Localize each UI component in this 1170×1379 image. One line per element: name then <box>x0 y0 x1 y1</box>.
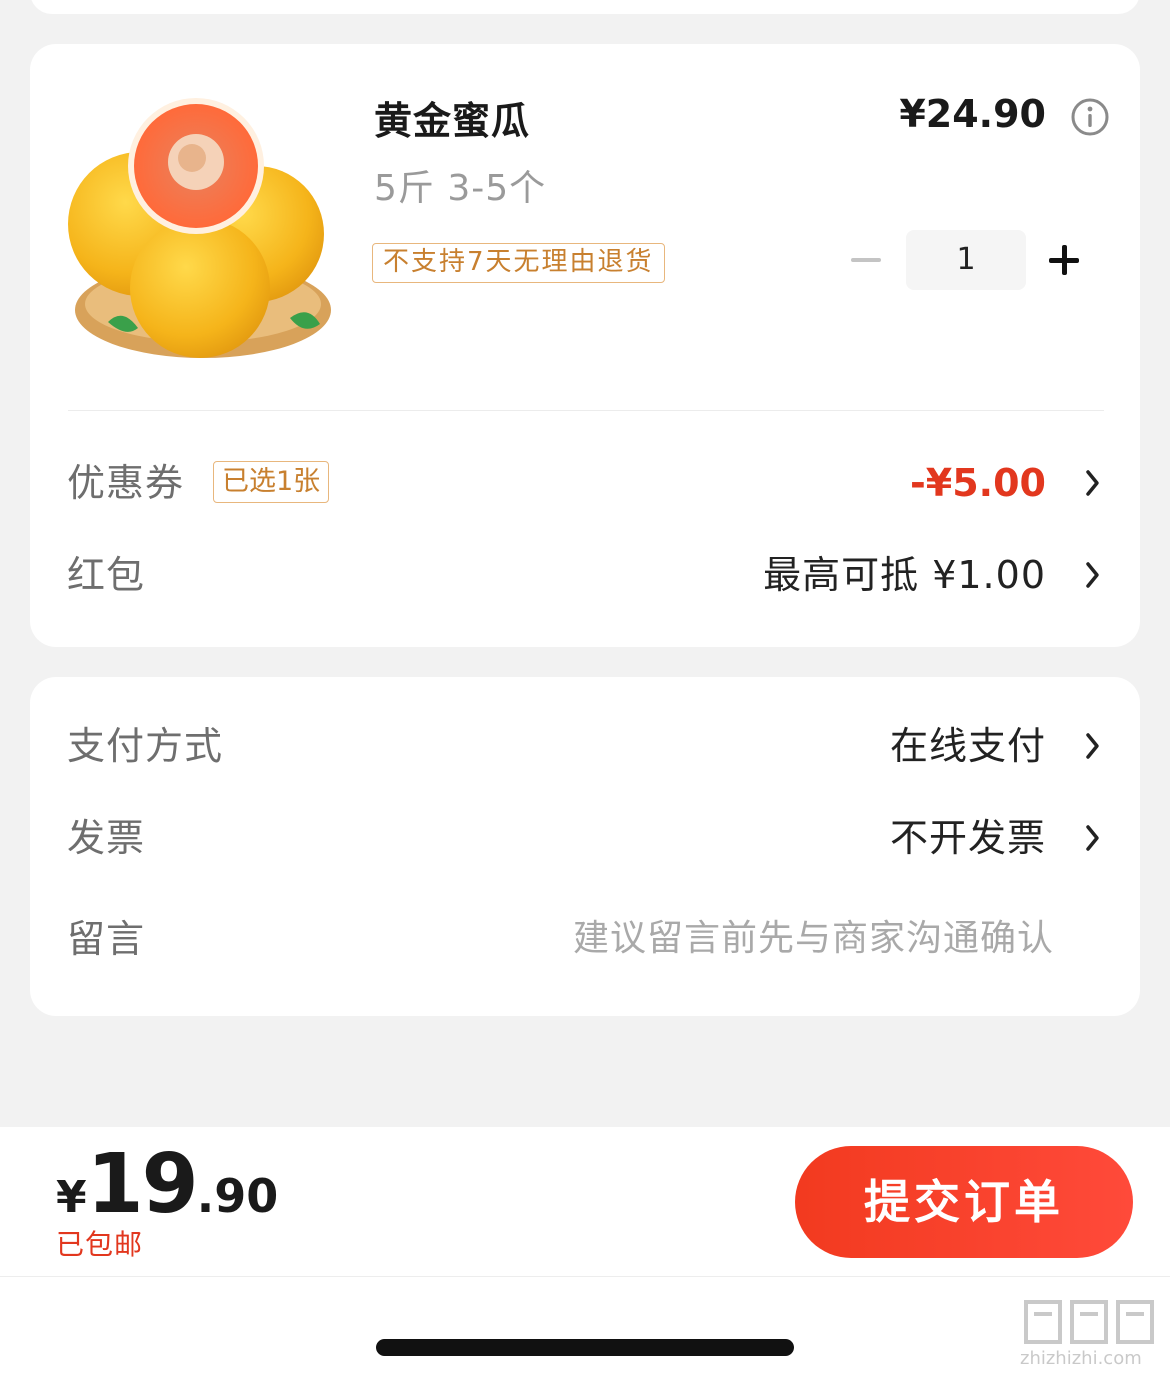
chevron-right-icon <box>1086 733 1099 759</box>
watermark: zhizhizhi.com <box>1012 1296 1162 1374</box>
payment-method-row[interactable]: 支付方式 在线支付 <box>30 716 1140 776</box>
checkout-bar: ¥19.90 已包邮 提交订单 <box>0 1127 1170 1277</box>
home-area <box>0 1277 1170 1379</box>
order-options-card: 支付方式 在线支付 发票 不开发票 留言 建议留言前先与商家沟通确认 <box>30 677 1140 1016</box>
quantity-decrease-button[interactable] <box>848 238 884 282</box>
payment-method-label: 支付方式 <box>67 724 224 768</box>
redpacket-row[interactable]: 红包 最高可抵 ¥1.00 <box>30 545 1140 605</box>
total-currency: ¥ <box>56 1172 87 1223</box>
note-row[interactable]: 留言 建议留言前先与商家沟通确认 <box>30 909 1140 969</box>
chevron-right-icon <box>1086 825 1099 851</box>
info-icon[interactable] <box>1070 97 1110 137</box>
previous-card <box>30 0 1140 14</box>
quantity-value[interactable]: 1 <box>906 230 1026 290</box>
product-image[interactable] <box>68 92 338 362</box>
invoice-label: 发票 <box>67 816 146 860</box>
product-spec: 5斤 3-5个 <box>374 168 547 209</box>
chevron-right-icon <box>1086 562 1099 588</box>
home-indicator[interactable] <box>376 1339 794 1356</box>
submit-order-button[interactable]: 提交订单 <box>795 1146 1133 1258</box>
product-card: 黄金蜜瓜 5斤 3-5个 不支持7天无理由退货 ¥24.90 1 优惠券 已选1… <box>30 44 1140 647</box>
payment-method-value: 在线支付 <box>889 724 1046 768</box>
coupon-selected-tag: 已选1张 <box>213 461 330 503</box>
product-name: 黄金蜜瓜 <box>374 99 531 143</box>
total-price: ¥19.90 <box>56 1137 278 1232</box>
minus-icon <box>851 258 881 262</box>
divider <box>68 410 1104 411</box>
no-return-tag: 不支持7天无理由退货 <box>372 243 665 283</box>
redpacket-value: 最高可抵 ¥1.00 <box>763 553 1046 597</box>
watermark-text: zhizhizhi.com <box>1020 1348 1142 1369</box>
redpacket-label: 红包 <box>67 553 146 597</box>
note-label: 留言 <box>67 917 146 961</box>
quantity-increase-button[interactable] <box>1042 238 1086 282</box>
total-integer: 19 <box>86 1137 199 1232</box>
chevron-right-icon <box>1086 470 1099 496</box>
coupon-row[interactable]: 优惠券 已选1张 -¥5.00 <box>30 453 1140 513</box>
product-price: ¥24.90 <box>899 92 1046 136</box>
total-decimal: .90 <box>196 1169 279 1223</box>
invoice-row[interactable]: 发票 不开发票 <box>30 808 1140 868</box>
note-input[interactable]: 建议留言前先与商家沟通确认 <box>573 909 1054 969</box>
coupon-label: 优惠券 <box>67 461 185 505</box>
free-shipping-label: 已包邮 <box>56 1228 144 1261</box>
invoice-value: 不开发票 <box>889 816 1046 860</box>
coupon-value: -¥5.00 <box>910 461 1046 505</box>
